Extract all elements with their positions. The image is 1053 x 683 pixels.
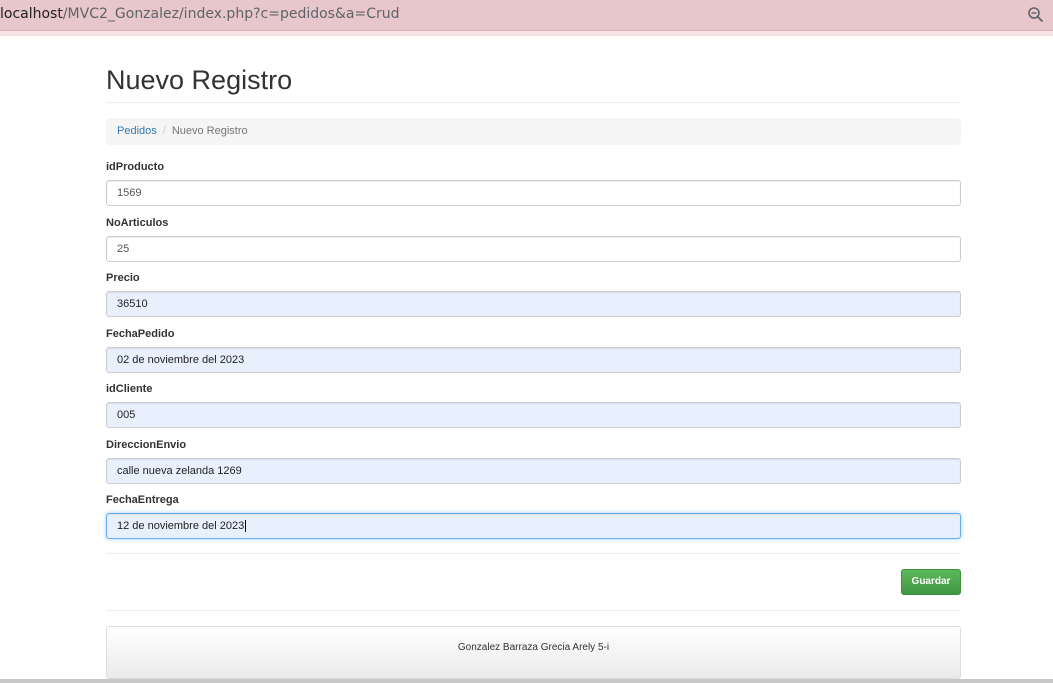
field-label: idCliente [106,383,153,395]
fechapedido-input[interactable]: 02 de noviembre del 2023 [106,347,961,373]
text-caret [245,520,247,533]
footer: Gonzalez Barraza Grecia Arely 5-i [106,626,961,679]
fechaentrega-value: 12 de noviembre del 2023 [117,520,245,532]
field-idproducto: idProducto 1569 [106,160,961,206]
breadcrumb: Pedidos / Nuevo Registro [106,118,961,145]
footer-divider [106,610,961,611]
breadcrumb-link-pedidos[interactable]: Pedidos [117,125,157,137]
browser-address-bar[interactable]: localhost/MVC2_Gonzalez/index.php?c=pedi… [0,0,1053,31]
toolbar-divider [0,31,1053,36]
field-idcliente: idCliente 005 [106,382,961,428]
field-fechapedido: FechaPedido 02 de noviembre del 2023 [106,327,961,373]
page-title: Nuevo Registro [106,65,293,95]
breadcrumb-separator: / [162,125,166,137]
zoom-magnifier-icon[interactable] [1027,6,1045,24]
field-label: FechaPedido [106,328,175,340]
field-precio: Precio 36510 [106,271,961,317]
url-text[interactable]: localhost/MVC2_Gonzalez/index.php?c=pedi… [0,6,399,22]
field-fechaentrega: FechaEntrega 12 de noviembre del 2023 [106,493,961,539]
field-direccionenvio: DireccionEnvio calle nueva zelanda 1269 [106,438,961,484]
idproducto-input[interactable]: 1569 [106,180,961,206]
window-bottom-edge [0,679,1053,683]
idcliente-input[interactable]: 005 [106,402,961,428]
header-divider [106,102,961,103]
url-host: localhost [0,6,63,22]
footer-text: Gonzalez Barraza Grecia Arely 5-i [457,642,610,653]
field-noarticulos: NoArticulos 25 [106,216,961,262]
save-button[interactable]: Guardar [901,569,961,595]
url-path: /MVC2_Gonzalez/index.php?c=pedidos&a=Cru… [62,6,400,22]
form-divider [106,553,961,554]
field-label: idProducto [106,161,165,173]
precio-input[interactable]: 36510 [106,291,961,317]
direccionenvio-input[interactable]: calle nueva zelanda 1269 [106,458,961,484]
field-label: NoArticulos [106,217,169,229]
breadcrumb-current: Nuevo Registro [171,125,248,137]
field-label: FechaEntrega [106,494,179,506]
field-label: DireccionEnvio [106,439,187,451]
field-label: Precio [106,272,140,284]
noarticulos-input[interactable]: 25 [106,236,961,262]
fechaentrega-input[interactable]: 12 de noviembre del 2023 [106,513,961,539]
